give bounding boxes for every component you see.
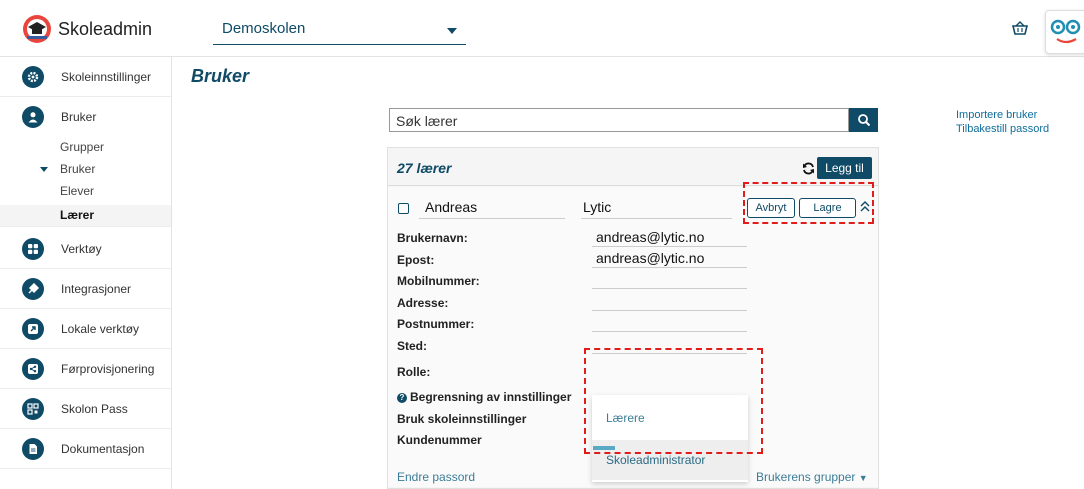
mobile-label: Mobilnummer: — [397, 274, 480, 288]
chevron-down-icon — [447, 28, 457, 34]
sidebar-item-label: Dokumentasjon — [61, 441, 145, 456]
search-button[interactable] — [849, 108, 878, 132]
sidebar-item-label: Integrasjoner — [61, 281, 132, 296]
sidebar-item-integrasjoner[interactable]: Integrasjoner — [0, 269, 171, 309]
sidebar-item-forprovisjonering[interactable]: Førprovisjonering — [0, 349, 171, 389]
user-groups-text: Brukerens grupper — [756, 470, 856, 484]
postcode-field[interactable] — [592, 314, 747, 332]
address-label: Adresse: — [397, 296, 449, 310]
user-icon — [22, 106, 44, 128]
basket-icon[interactable] — [1012, 21, 1028, 35]
card-header: 27 lærer Legg til — [388, 148, 878, 186]
help-icon[interactable]: ? — [397, 393, 407, 403]
refresh-icon[interactable] — [802, 162, 815, 175]
teacher-count: 27 lærer — [397, 160, 452, 176]
settings-limit-text: Begrensning av innstillinger — [410, 390, 572, 404]
username-field[interactable]: andreas@lytic.no — [592, 229, 747, 247]
share-icon — [22, 357, 44, 380]
sidebar-item-dokumentasjon[interactable]: Dokumentasjon — [0, 429, 171, 469]
page-title: Bruker — [191, 66, 250, 86]
add-teacher-button[interactable]: Legg til — [817, 157, 872, 179]
gear-icon — [22, 65, 44, 88]
last-name-field[interactable]: Lytic — [581, 199, 732, 219]
document-icon — [22, 437, 44, 460]
email-label: Epost: — [397, 253, 435, 267]
mascot-face-icon — [1050, 19, 1081, 44]
user-groups-link[interactable]: Brukerens grupper ▼ — [756, 470, 868, 484]
school-settings-label: Bruk skoleinnstillinger — [397, 412, 527, 426]
sidebar-item-skolon-pass[interactable]: Skolon Pass — [0, 389, 171, 429]
top-bar: Skoleadmin Demoskolen — [0, 0, 1084, 57]
sidebar-item-lokale-verktoy[interactable]: Lokale verktøy — [0, 309, 171, 349]
school-logo-icon — [23, 15, 51, 43]
sidebar-subitem-grupper[interactable]: Grupper — [0, 137, 171, 157]
external-link-icon — [22, 317, 44, 340]
sidebar-item-label: Verktøy — [61, 241, 102, 256]
address-field[interactable] — [592, 293, 747, 311]
mobile-field[interactable] — [592, 271, 747, 289]
school-select-value: Demoskolen — [222, 20, 306, 37]
assistant-mascot-icon[interactable] — [1045, 10, 1084, 54]
sidebar-subitem-bruker[interactable]: Bruker — [0, 159, 171, 179]
import-users-link[interactable]: Importere bruker — [956, 108, 1049, 122]
city-label: Sted: — [397, 339, 427, 353]
sidebar-subitem-label: Lærer — [60, 208, 95, 222]
search-input-text: Søk lærer — [396, 113, 458, 129]
first-name-field[interactable]: Andreas — [419, 199, 565, 219]
search-icon — [857, 114, 870, 127]
change-password-link[interactable]: Endre passord — [397, 470, 475, 484]
highlight-role-dropdown — [584, 348, 763, 454]
highlight-save-cancel — [743, 182, 874, 224]
username-label: Brukernavn: — [397, 231, 468, 245]
postcode-label: Postnummer: — [397, 317, 475, 331]
settings-limit-label: ? Begrensning av innstillinger — [397, 390, 571, 404]
sidebar-item-label: Skoleinnstillinger — [61, 69, 152, 84]
caret-down-icon: ▼ — [858, 473, 868, 483]
sidebar-item-label: Lokale verktøy — [61, 321, 140, 336]
sidebar-item-verktoy[interactable]: Verktøy — [0, 229, 171, 269]
sidebar-subitem-elever[interactable]: Elever — [0, 181, 171, 201]
sidebar-item-label: Bruker — [61, 110, 97, 124]
customer-number-label: Kundenummer — [397, 433, 482, 447]
sidebar-item-bruker[interactable]: Bruker — [0, 97, 171, 137]
sidebar-item-skoleinnstillinger[interactable]: Skoleinnstillinger — [0, 57, 171, 97]
email-field[interactable]: andreas@lytic.no — [592, 250, 747, 268]
sidebar-subitem-label: Bruker — [60, 162, 96, 176]
qr-code-icon — [22, 397, 44, 420]
side-links: Importere bruker Tilbakestill passord — [956, 108, 1049, 136]
app-title: Skoleadmin — [58, 18, 153, 39]
sidebar-item-label: Førprovisjonering — [61, 361, 155, 376]
role-label: Rolle: — [397, 365, 431, 379]
sidebar-subitem-label: Grupper — [60, 140, 105, 154]
school-select[interactable]: Demoskolen — [213, 17, 466, 45]
sidebar: Skoleinnstillinger Bruker Grupper Bruker… — [0, 57, 172, 489]
select-user-checkbox[interactable] — [398, 203, 409, 214]
sidebar-subitem-label: Elever — [60, 184, 95, 198]
search-input[interactable]: Søk lærer — [389, 108, 849, 132]
reset-password-link[interactable]: Tilbakestill passord — [956, 122, 1049, 136]
grid-icon — [22, 237, 44, 260]
sidebar-item-label: Skolon Pass — [61, 401, 128, 416]
sidebar-subitem-laerer[interactable]: Lærer — [0, 205, 171, 227]
caret-down-icon — [40, 167, 48, 172]
plug-icon — [22, 277, 44, 300]
brand[interactable]: Skoleadmin — [22, 14, 152, 44]
